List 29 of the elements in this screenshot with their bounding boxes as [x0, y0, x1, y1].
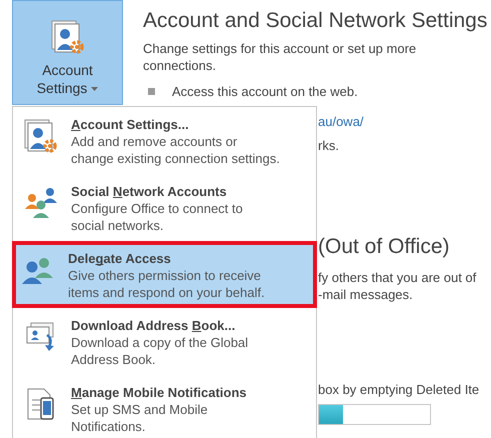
menu-item[interactable]: Account Settings... Add and remove accounts or change existing connection settings. [15, 107, 314, 174]
menu-item[interactable]: Download Address Book... Download a copy of the Global Address Book. [15, 308, 314, 375]
account-settings-icon [50, 19, 86, 55]
menu-item-title: Delegate Access [68, 250, 172, 267]
menu-item[interactable]: Delegate Access Give others permission to receive items and respond on your behalf. [12, 241, 317, 308]
bullet-text: Access this account on the web. [172, 83, 358, 100]
account-settings-button[interactable]: Account Settings [12, 0, 123, 105]
menu-item[interactable]: Social Network Accounts Configure Office to connect to social networks. [15, 174, 314, 241]
section-description: Change settings for this account or set up more connections. [143, 40, 418, 74]
menu-item-description: Add and remove accounts or change existing connection settings. [71, 133, 280, 167]
menu-item-description: Give others permission to receive items and respond on your behalf. [68, 267, 265, 301]
section-description: fy others that you are out of -mail messages. [318, 269, 476, 303]
bullet-icon [148, 88, 155, 95]
section-title: (Out of Office) [318, 234, 450, 260]
menu-item-description: Download a copy of the Global Address Book. [71, 334, 248, 368]
caret-icon [91, 87, 98, 92]
menu-item-description: Set up SMS and Mobile Notifications. [71, 401, 209, 435]
menu-item-description: Configure Office to connect to social networks. [71, 200, 243, 234]
menu-item-title: Account Settings... [71, 116, 190, 133]
people-icon [23, 185, 59, 221]
account-settings-icon [23, 118, 59, 154]
section-title: Account and Social Network Settings [143, 8, 488, 34]
section-description: box by emptying Deleted Ite [318, 381, 480, 398]
menu-item-title: Download Address Book... [71, 317, 236, 334]
menu-item-title: Social Network Accounts [71, 183, 228, 200]
web-link[interactable]: au/owa/ [318, 114, 364, 129]
menu-item[interactable]: Manage Mobile Notifications Set up SMS and Mobile Notifications. [15, 375, 314, 438]
body-text: rks. [318, 137, 339, 154]
menu-item-title: Manage Mobile Notifications [71, 384, 247, 401]
